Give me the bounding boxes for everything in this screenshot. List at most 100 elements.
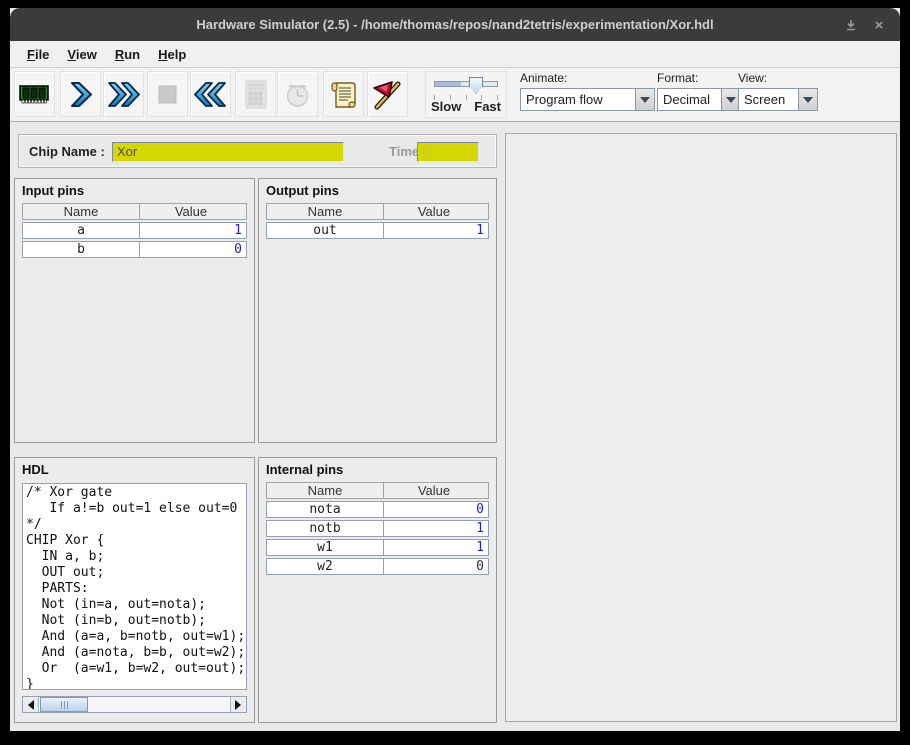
- view-hdl-button[interactable]: [323, 71, 364, 117]
- window-title: Hardware Simulator (2.5) - /home/thomas/…: [196, 17, 713, 32]
- table-row: w11: [266, 539, 489, 556]
- menu-help[interactable]: Help: [149, 43, 195, 66]
- view-group: View: Screen: [738, 71, 818, 111]
- hdl-panel: HDL /* Xor gate If a!=b out=1 else out=0…: [14, 457, 255, 723]
- input-pins-table: NameValuea1b0: [22, 203, 247, 258]
- hdl-code-view[interactable]: /* Xor gate If a!=b out=1 else out=0 */ …: [22, 483, 247, 690]
- slider-fast-label: Fast: [474, 99, 501, 114]
- chevron-down-icon[interactable]: [635, 89, 654, 110]
- close-icon: ×: [875, 17, 884, 34]
- fast-forward-icon: [107, 78, 140, 111]
- animate-value: Program flow: [521, 89, 635, 110]
- menu-file[interactable]: File: [18, 43, 58, 66]
- pin-value-cell[interactable]: 1: [383, 539, 489, 556]
- pin-name-cell: w2: [266, 558, 383, 575]
- pin-name-cell: w1: [266, 539, 383, 556]
- stop-icon: [151, 78, 184, 111]
- animate-group: Animate: Program flow: [520, 71, 655, 111]
- screen-view-panel: [505, 133, 897, 722]
- menubar: File View Run Help: [10, 41, 900, 68]
- column-header: Value: [383, 203, 489, 220]
- close-button[interactable]: ×: [868, 15, 890, 35]
- clock-button: [277, 71, 318, 117]
- reset-button[interactable]: [190, 71, 231, 117]
- pin-value-cell[interactable]: 1: [383, 520, 489, 537]
- arrow-left-icon: [23, 700, 34, 710]
- menu-run[interactable]: Run: [106, 43, 149, 66]
- table-row: nota0: [266, 501, 489, 518]
- pin-value-cell[interactable]: 1: [139, 222, 247, 239]
- view-gates-button[interactable]: [367, 71, 408, 117]
- pin-value-cell[interactable]: 0: [383, 501, 489, 518]
- animate-label: Animate:: [520, 71, 655, 85]
- step-forward-icon: [64, 78, 97, 111]
- toolbar: Slow Fast Animate: Program flow Format: …: [10, 68, 900, 122]
- pin-name-cell: nota: [266, 501, 383, 518]
- rewind-icon: [194, 78, 227, 111]
- menu-view[interactable]: View: [58, 43, 105, 66]
- pin-value-cell[interactable]: 1: [383, 222, 489, 239]
- pin-name-cell: a: [22, 222, 139, 239]
- table-row: out1: [266, 222, 489, 239]
- column-header: Value: [139, 203, 247, 220]
- flag-icon: [371, 78, 404, 111]
- speed-slider-thumb[interactable]: [469, 77, 483, 94]
- hdl-horizontal-scrollbar[interactable]: [22, 696, 247, 713]
- pin-name-cell: out: [266, 222, 383, 239]
- time-field: 0: [417, 142, 479, 162]
- script-icon: [327, 78, 360, 111]
- table-row: a1: [22, 222, 247, 239]
- internal-pins-table: NameValuenota0notb1w11w20: [266, 482, 489, 575]
- column-header: Name: [266, 203, 383, 220]
- view-label: View:: [738, 71, 818, 85]
- table-header: NameValue: [22, 203, 247, 220]
- pin-value-cell[interactable]: 0: [383, 558, 489, 575]
- hdl-code: /* Xor gate If a!=b out=1 else out=0 */ …: [23, 484, 246, 690]
- arrow-right-icon: [235, 700, 246, 710]
- chevron-down-icon[interactable]: [798, 89, 817, 110]
- run-button[interactable]: [103, 71, 144, 117]
- table-header: NameValue: [266, 203, 489, 220]
- speed-slider-group: Slow Fast: [425, 71, 507, 118]
- pin-name-cell: notb: [266, 520, 383, 537]
- input-pins-panel: Input pins NameValuea1b0: [14, 178, 255, 443]
- chip-icon: [18, 78, 51, 111]
- main-area: Chip Name : Xor Time : 0 Input pins Name…: [10, 122, 900, 731]
- input-pins-title: Input pins: [15, 179, 254, 203]
- hdl-title: HDL: [15, 458, 254, 482]
- output-pins-title: Output pins: [259, 179, 496, 203]
- chip-name-field[interactable]: Xor: [112, 142, 344, 162]
- table-row: b0: [22, 241, 247, 258]
- alarm-clock-icon: [281, 78, 314, 111]
- table-row: w20: [266, 558, 489, 575]
- scrollbar-thumb[interactable]: [40, 697, 88, 712]
- speed-slider-track[interactable]: [434, 81, 498, 87]
- minimize-button[interactable]: [840, 15, 862, 35]
- slider-slow-label: Slow: [431, 99, 461, 114]
- scroll-right-button[interactable]: [230, 697, 246, 712]
- view-select[interactable]: Screen: [738, 88, 818, 111]
- single-step-button[interactable]: [60, 71, 101, 117]
- format-label: Format:: [657, 71, 741, 85]
- format-select[interactable]: Decimal: [657, 88, 741, 111]
- table-row: notb1: [266, 520, 489, 537]
- titlebar[interactable]: Hardware Simulator (2.5) - /home/thomas/…: [10, 8, 900, 41]
- load-chip-button[interactable]: [14, 71, 55, 117]
- column-header: Name: [22, 203, 139, 220]
- chip-name-bar: Chip Name : Xor Time : 0: [18, 134, 497, 168]
- column-header: Value: [383, 482, 489, 499]
- table-header: NameValue: [266, 482, 489, 499]
- animate-select[interactable]: Program flow: [520, 88, 655, 111]
- format-group: Format: Decimal: [657, 71, 741, 111]
- scroll-left-button[interactable]: [23, 697, 39, 712]
- calculator-icon: [239, 78, 272, 111]
- stop-button: [147, 71, 188, 117]
- format-value: Decimal: [658, 89, 721, 110]
- output-pins-panel: Output pins NameValueout1: [258, 178, 497, 443]
- internal-pins-panel: Internal pins NameValuenota0notb1w11w20: [258, 457, 497, 723]
- view-value: Screen: [739, 89, 798, 110]
- pin-value-cell[interactable]: 0: [139, 241, 247, 258]
- internal-pins-title: Internal pins: [259, 458, 496, 482]
- chip-name-label: Chip Name :: [29, 144, 105, 159]
- calculator-button: [235, 71, 276, 117]
